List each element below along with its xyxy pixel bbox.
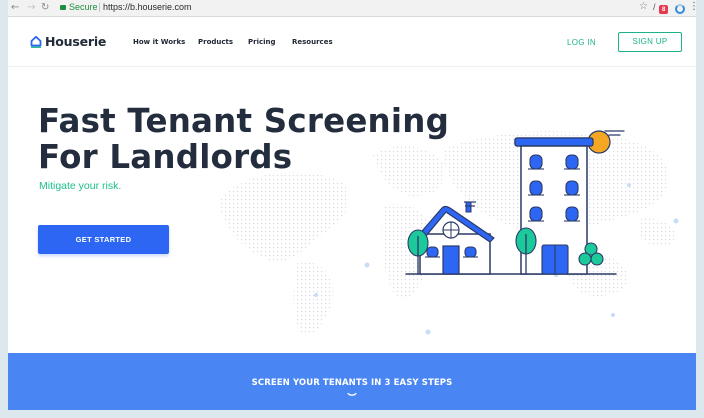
brand-name: Houserie — [45, 34, 107, 49]
hero-title-line-1: Fast Tenant Screening — [38, 102, 450, 140]
browser-toolbar: ← → ↻ Secure https://b.houserie.com ☆ / … — [8, 0, 696, 17]
chevron-down-icon[interactable] — [347, 392, 357, 398]
apartment-building-icon — [514, 130, 625, 275]
forward-icon[interactable]: → — [27, 2, 35, 14]
hero-title-line-2: For Landlords — [38, 138, 293, 176]
brand-logo[interactable]: Houserie — [30, 34, 106, 49]
nav-resources[interactable]: Resources — [292, 38, 333, 46]
login-link[interactable]: LOG IN — [567, 38, 596, 47]
nav-how-it-works[interactable]: How it Works — [133, 38, 185, 46]
house-logo-icon — [30, 35, 42, 48]
browser-window: ← → ↻ Secure https://b.houserie.com ☆ / … — [8, 0, 696, 410]
hero-title: Fast Tenant Screening For Landlords — [38, 103, 449, 175]
bookmark-star-icon[interactable]: ☆ — [639, 1, 648, 12]
address-bar[interactable]: Secure https://b.houserie.com — [52, 1, 652, 15]
get-started-button[interactable]: GET STARTED — [38, 225, 169, 254]
hero-subtitle: Mitigate your risk. — [39, 180, 122, 192]
secure-label: Secure — [69, 2, 98, 12]
back-icon[interactable]: ← — [11, 2, 19, 14]
url-separator — [99, 3, 100, 12]
buildings-illustration — [405, 130, 625, 275]
reload-icon[interactable]: ↻ — [41, 2, 49, 14]
site-header: Houserie How it Works Products Pricing R… — [8, 17, 696, 67]
extension-slash-icon[interactable]: / — [653, 2, 656, 12]
signup-button[interactable]: SIGN UP — [618, 32, 682, 52]
steps-title: SCREEN YOUR TENANTS IN 3 EASY STEPS — [251, 378, 453, 388]
nav-products[interactable]: Products — [198, 38, 233, 46]
browser-menu-icon[interactable]: ⋮ — [689, 1, 696, 12]
url-text[interactable]: https://b.houserie.com — [103, 2, 192, 12]
lock-icon — [60, 5, 66, 10]
extension-blue-icon[interactable] — [675, 4, 685, 14]
steps-section: SCREEN YOUR TENANTS IN 3 EASY STEPS — [8, 353, 696, 410]
nav-pricing[interactable]: Pricing — [248, 38, 276, 46]
extension-badge: 8 — [662, 7, 666, 13]
house-icon — [407, 201, 495, 275]
